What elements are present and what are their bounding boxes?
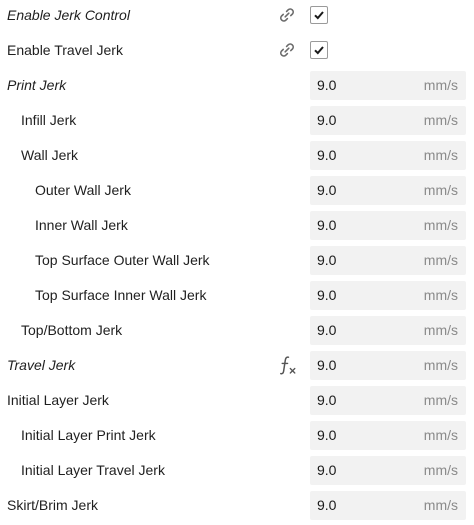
setting-row-wall-jerk: Wall Jerk 9.0 mm/s [0, 140, 474, 175]
inner-wall-jerk-input[interactable]: 9.0 mm/s [310, 211, 466, 240]
setting-label: Enable Jerk Control [7, 7, 130, 23]
field-value: 9.0 [317, 462, 337, 478]
skirt-brim-jerk-input[interactable]: 9.0 mm/s [310, 491, 466, 520]
setting-row-inner-wall-jerk: Inner Wall Jerk 9.0 mm/s [0, 210, 474, 245]
wall-jerk-input[interactable]: 9.0 mm/s [310, 141, 466, 170]
jerk-settings-panel: Enable Jerk Control Enable Travel Jerk P… [0, 0, 474, 523]
field-value: 9.0 [317, 112, 337, 128]
top-bottom-jerk-input[interactable]: 9.0 mm/s [310, 316, 466, 345]
setting-row-initial-layer-print-jerk: Initial Layer Print Jerk 9.0 mm/s [0, 420, 474, 455]
setting-label: Top/Bottom Jerk [21, 322, 123, 338]
field-unit: mm/s [423, 252, 458, 268]
field-unit: mm/s [423, 497, 458, 513]
setting-row-print-jerk: Print Jerk 9.0 mm/s [0, 70, 474, 105]
setting-row-initial-layer-jerk: Initial Layer Jerk 9.0 mm/s [0, 385, 474, 420]
setting-label: Inner Wall Jerk [35, 217, 128, 233]
field-value: 9.0 [317, 217, 337, 233]
setting-label: Enable Travel Jerk [7, 42, 123, 58]
field-value: 9.0 [317, 357, 337, 373]
function-icon[interactable] [278, 354, 298, 376]
setting-row-top-surface-outer-wall-jerk: Top Surface Outer Wall Jerk 9.0 mm/s [0, 245, 474, 280]
field-value: 9.0 [317, 322, 337, 338]
field-value: 9.0 [317, 287, 337, 303]
field-unit: mm/s [423, 217, 458, 233]
checkmark-icon [314, 46, 324, 55]
setting-label: Initial Layer Print Jerk [21, 427, 156, 443]
field-unit: mm/s [423, 392, 458, 408]
field-value: 9.0 [317, 147, 337, 163]
initial-layer-jerk-input[interactable]: 9.0 mm/s [310, 386, 466, 415]
setting-row-top-surface-inner-wall-jerk: Top Surface Inner Wall Jerk 9.0 mm/s [0, 280, 474, 315]
setting-label: Outer Wall Jerk [35, 182, 131, 198]
infill-jerk-input[interactable]: 9.0 mm/s [310, 106, 466, 135]
field-value: 9.0 [317, 497, 337, 513]
field-unit: mm/s [423, 287, 458, 303]
setting-label: Initial Layer Jerk [7, 392, 109, 408]
field-value: 9.0 [317, 427, 337, 443]
setting-label: Top Surface Inner Wall Jerk [35, 287, 207, 303]
initial-layer-print-jerk-input[interactable]: 9.0 mm/s [310, 421, 466, 450]
field-unit: mm/s [423, 112, 458, 128]
link-icon[interactable] [277, 40, 297, 60]
field-value: 9.0 [317, 392, 337, 408]
travel-jerk-input[interactable]: 9.0 mm/s [310, 351, 466, 380]
setting-row-skirt-brim-jerk: Skirt/Brim Jerk 9.0 mm/s [0, 490, 474, 525]
checkmark-icon [314, 11, 324, 20]
setting-row-outer-wall-jerk: Outer Wall Jerk 9.0 mm/s [0, 175, 474, 210]
field-unit: mm/s [423, 77, 458, 93]
initial-layer-travel-jerk-input[interactable]: 9.0 mm/s [310, 456, 466, 485]
field-unit: mm/s [423, 322, 458, 338]
top-surface-outer-wall-jerk-input[interactable]: 9.0 mm/s [310, 246, 466, 275]
print-jerk-input[interactable]: 9.0 mm/s [310, 71, 466, 100]
setting-label: Initial Layer Travel Jerk [21, 462, 165, 478]
setting-row-travel-jerk: Travel Jerk 9.0 mm/s [0, 350, 474, 385]
field-unit: mm/s [423, 147, 458, 163]
field-value: 9.0 [317, 77, 337, 93]
field-value: 9.0 [317, 252, 337, 268]
field-unit: mm/s [423, 357, 458, 373]
setting-row-enable-travel-jerk: Enable Travel Jerk [0, 35, 474, 70]
field-value: 9.0 [317, 182, 337, 198]
field-unit: mm/s [423, 427, 458, 443]
field-unit: mm/s [423, 462, 458, 478]
field-unit: mm/s [423, 182, 458, 198]
outer-wall-jerk-input[interactable]: 9.0 mm/s [310, 176, 466, 205]
setting-label: Travel Jerk [7, 357, 76, 373]
setting-row-enable-jerk-control: Enable Jerk Control [0, 0, 474, 35]
setting-label: Top Surface Outer Wall Jerk [35, 252, 210, 268]
top-surface-inner-wall-jerk-input[interactable]: 9.0 mm/s [310, 281, 466, 310]
link-icon[interactable] [277, 5, 297, 25]
setting-label: Print Jerk [7, 77, 67, 93]
setting-row-infill-jerk: Infill Jerk 9.0 mm/s [0, 105, 474, 140]
setting-row-initial-layer-travel-jerk: Initial Layer Travel Jerk 9.0 mm/s [0, 455, 474, 490]
setting-label: Wall Jerk [21, 147, 79, 163]
setting-label: Skirt/Brim Jerk [7, 497, 98, 513]
enable-travel-jerk-checkbox[interactable] [310, 41, 328, 59]
setting-label: Infill Jerk [21, 112, 77, 128]
setting-row-top-bottom-jerk: Top/Bottom Jerk 9.0 mm/s [0, 315, 474, 350]
enable-jerk-control-checkbox[interactable] [310, 6, 328, 24]
